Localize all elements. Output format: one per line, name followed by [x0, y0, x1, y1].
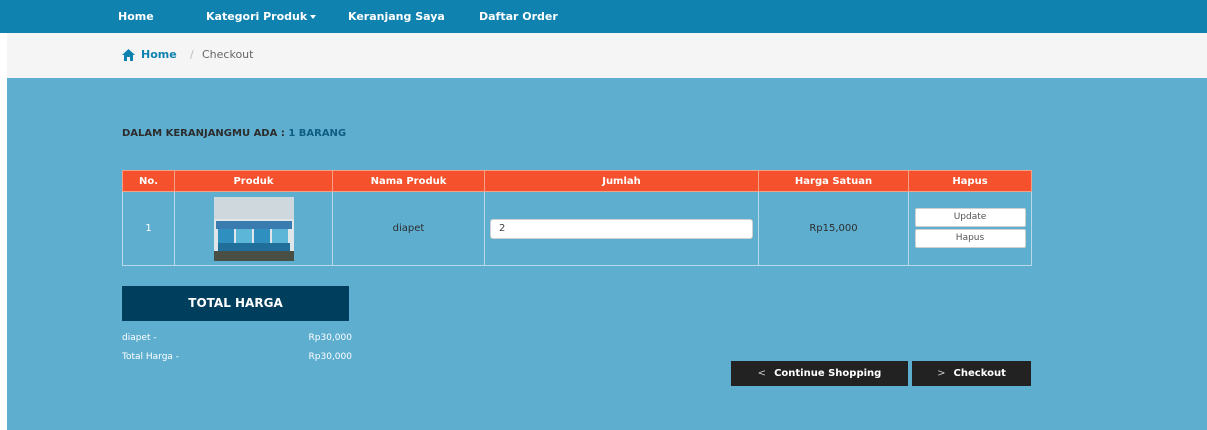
breadcrumb-home-link[interactable]: Home: [141, 48, 177, 61]
nav-cart[interactable]: Keranjang Saya: [348, 10, 445, 23]
quantity-input[interactable]: [490, 218, 753, 239]
caret-down-icon: [310, 15, 317, 19]
cart-table: No. Produk Nama Produk Jumlah Harga Satu…: [122, 170, 1032, 266]
breadcrumb-current: Checkout: [202, 48, 254, 61]
nav-home[interactable]: Home: [118, 10, 154, 23]
nav-orders[interactable]: Daftar Order: [479, 10, 558, 23]
table-row: 1 diapet 2 Rp15,000 Update Hapus: [122, 191, 1032, 266]
column-header-delete: Hapus: [908, 170, 1032, 192]
cart-heading-label: DALAM KERANJANGMU ADA :: [122, 128, 285, 139]
cart-table-header: No. Produk Nama Produk Jumlah Harga Satu…: [122, 170, 1032, 192]
product-name: diapet: [332, 191, 485, 266]
column-header-unit-price: Harga Satuan: [758, 170, 909, 192]
unit-price: Rp15,000: [758, 191, 909, 266]
column-header-quantity: Jumlah: [484, 170, 759, 192]
summary-value: Rp30,000: [308, 333, 352, 343]
summary-total-value: Rp30,000: [308, 352, 352, 362]
home-icon: [122, 49, 135, 61]
breadcrumb: Home / Checkout: [7, 33, 1207, 78]
summary-total-label: Total Harga -: [122, 352, 180, 362]
column-header-product: Produk: [174, 170, 333, 192]
checkout-content: DALAM KERANJANGMU ADA : 1 BARANG No. Pro…: [7, 78, 1207, 430]
summary-label: diapet -: [122, 333, 157, 343]
chevron-right-icon: >: [937, 368, 946, 379]
breadcrumb-separator: /: [190, 48, 194, 61]
actions-cell: Update Hapus: [908, 191, 1032, 266]
delete-button[interactable]: Hapus: [914, 228, 1026, 248]
total-price-title: TOTAL HARGA: [122, 286, 349, 321]
cart-item-count: 1 BARANG: [288, 128, 347, 139]
continue-shopping-label: Continue Shopping: [774, 368, 882, 379]
row-number: 1: [122, 191, 175, 266]
column-header-product-name: Nama Produk: [332, 170, 485, 192]
product-image-cell: [174, 191, 333, 266]
nav-categories-label: Kategori Produk: [206, 10, 308, 23]
product-image: [213, 196, 294, 261]
continue-shopping-button[interactable]: < Continue Shopping: [731, 361, 908, 386]
cart-heading: DALAM KERANJANGMU ADA : 1 BARANG: [122, 128, 346, 139]
top-navbar: Home Kategori Produk Keranjang Saya Daft…: [0, 0, 1207, 33]
nav-categories-dropdown[interactable]: Kategori Produk: [206, 10, 317, 23]
checkout-label: Checkout: [953, 368, 1006, 379]
update-button[interactable]: Update: [914, 207, 1026, 227]
quantity-cell: [484, 191, 759, 266]
column-header-no: No.: [122, 170, 175, 192]
chevron-left-icon: <: [757, 368, 767, 379]
checkout-button[interactable]: > Checkout: [912, 361, 1031, 386]
